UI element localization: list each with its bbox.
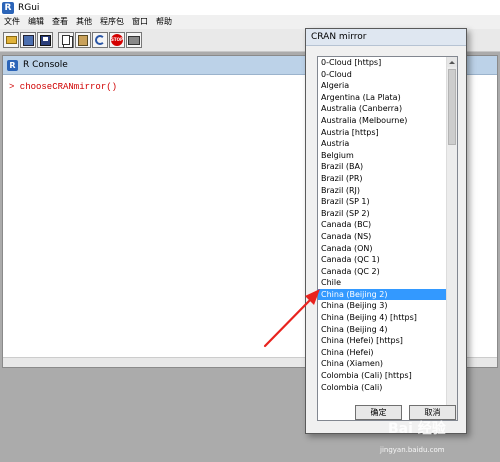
- dialog-title: CRAN mirror: [306, 29, 466, 46]
- menu-edit[interactable]: 编辑: [24, 15, 48, 29]
- print-icon: [128, 35, 140, 45]
- watermark-logo: Bai 经验: [388, 421, 446, 437]
- mirror-item[interactable]: Brazil (RJ): [318, 185, 447, 197]
- mirror-item[interactable]: Brazil (BA): [318, 161, 447, 173]
- mirror-item[interactable]: China (Hefei) [https]: [318, 335, 447, 347]
- console-title: R Console: [23, 60, 68, 70]
- menu-packages[interactable]: 程序包: [96, 15, 128, 29]
- mirror-item[interactable]: Canada (ON): [318, 243, 447, 255]
- menu-view[interactable]: 查看: [48, 15, 72, 29]
- paste-button[interactable]: [75, 32, 91, 48]
- watermark-url: jingyan.baidu.com: [380, 446, 445, 454]
- r-logo-icon: R: [7, 59, 18, 71]
- mirror-item[interactable]: Canada (QC 1): [318, 254, 447, 266]
- mirror-item[interactable]: Australia (Canberra): [318, 103, 447, 115]
- mirror-list[interactable]: 0-Cloud [https] 0-Cloud Algeria Argentina (…: [317, 56, 458, 421]
- save-workspace-button[interactable]: [37, 32, 53, 48]
- baidu-watermark: Bai 经验 jingyan.baidu.com: [380, 418, 498, 460]
- mirror-list-scrollbar[interactable]: [446, 57, 457, 420]
- menu-help[interactable]: 帮助: [152, 15, 176, 29]
- scroll-thumb[interactable]: [448, 69, 456, 145]
- menu-windows[interactable]: 窗口: [128, 15, 152, 29]
- mirror-item[interactable]: China (Beijing 4) [https]: [318, 312, 447, 324]
- print-button[interactable]: [126, 32, 142, 48]
- copy-button[interactable]: [58, 32, 74, 48]
- mirror-item[interactable]: Canada (BC): [318, 219, 447, 231]
- mirror-items: 0-Cloud [https] 0-Cloud Algeria Argentina (…: [318, 57, 457, 393]
- r-logo-icon: R: [2, 1, 14, 14]
- paste-icon: [78, 34, 88, 46]
- mirror-item[interactable]: China (Beijing 3): [318, 300, 447, 312]
- mirror-item[interactable]: China (Hefei): [318, 347, 447, 359]
- menu-misc[interactable]: 其他: [72, 15, 96, 29]
- mirror-item[interactable]: Australia (Melbourne): [318, 115, 447, 127]
- mirror-item[interactable]: Colombia (Cali): [318, 382, 447, 394]
- mirror-item[interactable]: China (Xiamen): [318, 358, 447, 370]
- arrow-up-icon: [449, 60, 455, 64]
- mirror-item[interactable]: Canada (NS): [318, 231, 447, 243]
- mirror-item[interactable]: Chile: [318, 277, 447, 289]
- mirror-item[interactable]: Algeria: [318, 80, 447, 92]
- mirror-item[interactable]: Brazil (SP 1): [318, 196, 447, 208]
- app-title: RGui: [18, 2, 40, 13]
- open-script-button[interactable]: [3, 32, 19, 48]
- copy-paste-button[interactable]: [92, 32, 108, 48]
- mirror-item[interactable]: Brazil (SP 2): [318, 208, 447, 220]
- open-script-icon: [5, 36, 17, 44]
- stop-button[interactable]: STOP: [109, 32, 125, 48]
- menu-bar: 文件 编辑 查看 其他 程序包 窗口 帮助: [0, 15, 500, 29]
- copy-paste-icon: [95, 35, 105, 45]
- title-bar: R RGui: [0, 0, 500, 15]
- mirror-item[interactable]: Austria [https]: [318, 127, 447, 139]
- load-workspace-icon: [22, 34, 34, 46]
- save-workspace-icon: [39, 34, 51, 46]
- mirror-item[interactable]: China (Beijing 4): [318, 324, 447, 336]
- mirror-item[interactable]: 0-Cloud: [318, 69, 447, 81]
- load-workspace-button[interactable]: [20, 32, 36, 48]
- rgui-app: R RGui 文件 编辑 查看 其他 程序包 窗口 帮助 STOP R R Co…: [0, 0, 500, 462]
- scroll-up-button[interactable]: [447, 57, 457, 67]
- menu-file[interactable]: 文件: [0, 15, 24, 29]
- stop-icon: STOP: [111, 34, 123, 46]
- mirror-item[interactable]: Brazil (PR): [318, 173, 447, 185]
- mirror-item[interactable]: Belgium: [318, 150, 447, 162]
- mirror-item[interactable]: Colombia (Cali) [https]: [318, 370, 447, 382]
- mirror-item-selected[interactable]: China (Beijing 2): [318, 288, 447, 301]
- cran-mirror-dialog: CRAN mirror 0-Cloud [https] 0-Cloud Algeri…: [305, 28, 467, 434]
- mirror-item[interactable]: 0-Cloud [https]: [318, 57, 447, 69]
- copy-icon: [62, 35, 70, 45]
- mirror-item[interactable]: Canada (QC 2): [318, 266, 447, 278]
- mirror-item[interactable]: Argentina (La Plata): [318, 92, 447, 104]
- mirror-item[interactable]: Austria: [318, 138, 447, 150]
